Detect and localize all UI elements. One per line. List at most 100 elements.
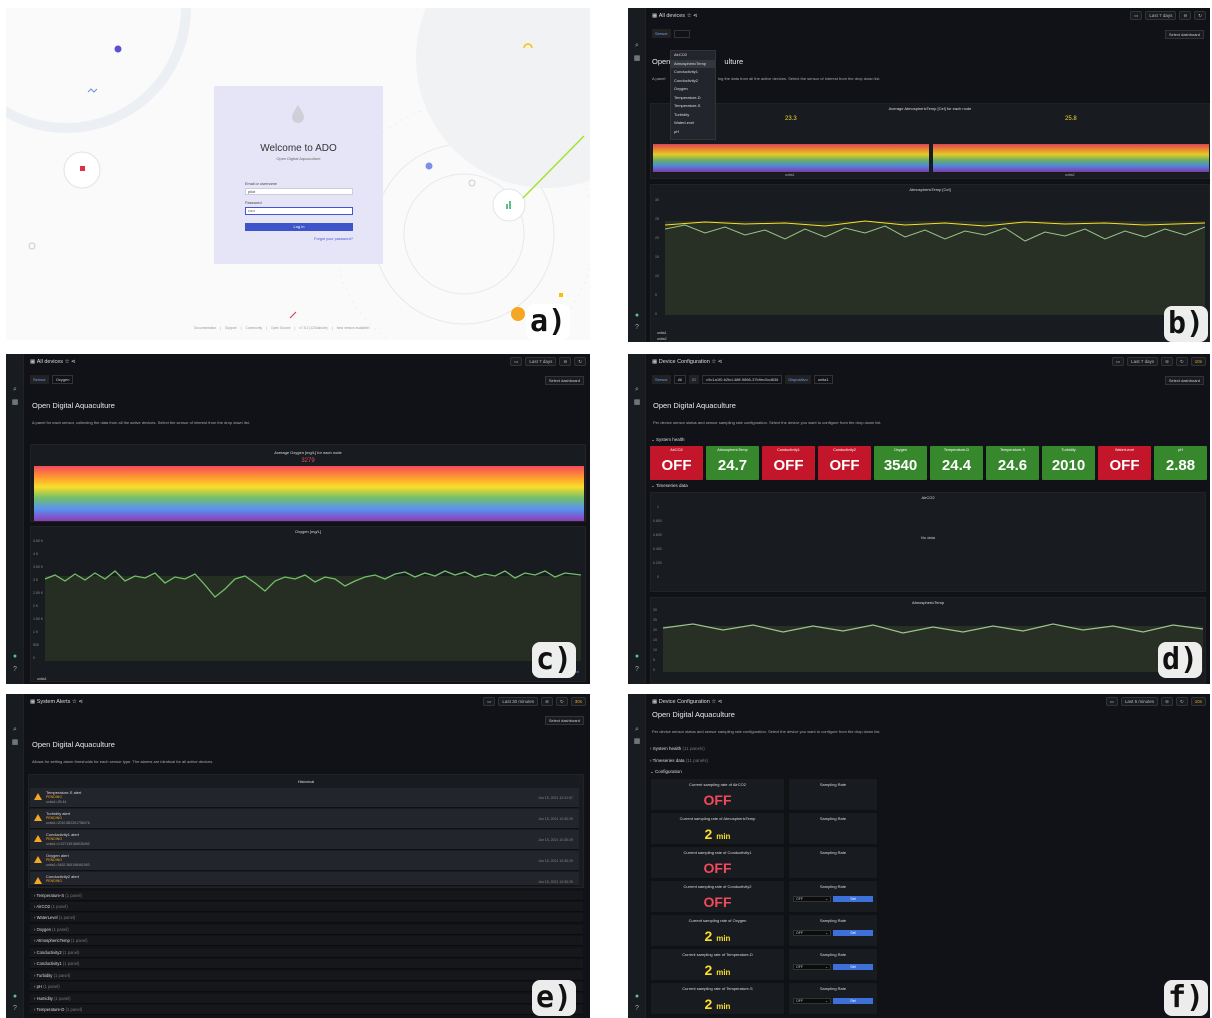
zoom-out-icon[interactable]: ⊖: [541, 697, 553, 706]
sampling-rate-select[interactable]: OFF ⌄: [793, 998, 831, 1004]
zoom-out-icon[interactable]: ⊖: [1161, 697, 1173, 706]
variable-sensor-select[interactable]: Oxygen: [51, 375, 74, 384]
refresh-icon[interactable]: ↻: [1194, 11, 1206, 20]
time-picker[interactable]: Last 7 days: [1145, 11, 1177, 20]
tv-icon[interactable]: ▭: [1105, 697, 1118, 706]
row-group[interactable]: › Turbidity (1 panel): [30, 971, 583, 981]
dropdown-item[interactable]: pH: [671, 128, 715, 137]
row-timeseries[interactable]: › Timeseries data (11 panels): [650, 758, 708, 763]
alert-item[interactable]: Temperature-S alert PENDING unita1=25.44 Ju…: [30, 788, 579, 808]
tv-icon[interactable]: ▭: [510, 357, 523, 366]
sampling-rate-select[interactable]: OFF ⌄: [793, 930, 831, 936]
search-icon[interactable]: ⌕: [11, 726, 19, 734]
variable-sensor-select[interactable]: [673, 29, 690, 38]
set-button[interactable]: Set: [833, 998, 873, 1004]
tv-icon[interactable]: ▭: [1111, 357, 1125, 366]
row-system-health[interactable]: ⌄ System health: [651, 437, 685, 443]
share-icon[interactable]: ⋖: [718, 359, 723, 365]
set-button[interactable]: Set: [833, 930, 873, 936]
dashboards-icon[interactable]: ▦: [633, 738, 641, 746]
search-icon[interactable]: ⌕: [633, 42, 641, 50]
tv-icon[interactable]: ▭: [1130, 11, 1143, 20]
row-group[interactable]: › AirCO2 (1 panel): [30, 902, 583, 912]
sampling-rate-select[interactable]: OFF ⌄: [793, 964, 831, 970]
share-icon[interactable]: ⋖: [718, 699, 723, 705]
share-icon[interactable]: ⋖: [693, 13, 698, 19]
dashboard-title[interactable]: All devices: [659, 13, 685, 19]
row-group[interactable]: › AtmosphericTemp (1 panel): [30, 936, 583, 946]
time-picker[interactable]: Last 7 days: [525, 357, 557, 366]
select-dashboard-button[interactable]: Select dashboard: [1164, 376, 1204, 385]
dropdown-item[interactable]: Turbidity: [671, 111, 715, 120]
footer-new-version[interactable]: New version available!: [337, 326, 370, 330]
row-configuration[interactable]: ⌄ Configuration: [650, 769, 682, 775]
refresh-interval[interactable]: 30s: [570, 697, 586, 706]
login-button[interactable]: Log in: [245, 223, 353, 231]
row-group[interactable]: › WaterLevel (1 panel): [30, 913, 583, 923]
variable-sensor-select[interactable]: All: [673, 375, 687, 384]
dashboards-icon[interactable]: ▦: [633, 399, 641, 407]
refresh-interval[interactable]: 10s: [1190, 697, 1206, 706]
refresh-interval[interactable]: 10s: [1190, 357, 1206, 366]
forgot-password-link[interactable]: Forgot your password?: [314, 237, 353, 241]
row-group[interactable]: › Conductivity1 (1 panel): [30, 959, 583, 969]
share-icon[interactable]: ⋖: [71, 359, 76, 365]
refresh-icon[interactable]: ↻: [555, 697, 568, 706]
user-avatar-icon[interactable]: ●: [11, 993, 19, 1001]
dropdown-item[interactable]: Oxygen: [671, 85, 715, 94]
share-icon[interactable]: ⋖: [78, 699, 83, 705]
help-icon[interactable]: ?: [11, 1005, 19, 1013]
refresh-icon[interactable]: ↻: [1175, 357, 1188, 366]
footer-documentation[interactable]: Documentation: [194, 326, 216, 330]
dashboard-title[interactable]: Device Configuration: [659, 699, 710, 705]
variable-device-select[interactable]: unita1: [813, 375, 833, 384]
help-icon[interactable]: ?: [11, 666, 19, 674]
dropdown-item[interactable]: AirCO2: [671, 51, 715, 60]
sampling-rate-select[interactable]: OFF ⌄: [793, 896, 831, 902]
search-icon[interactable]: ⌕: [11, 386, 19, 394]
row-group[interactable]: › Conductivity2 (1 panel): [30, 948, 583, 958]
user-avatar-icon[interactable]: ●: [633, 993, 641, 1001]
zoom-out-icon[interactable]: ⊖: [559, 357, 572, 366]
password-field[interactable]: •••••: [245, 207, 353, 215]
search-icon[interactable]: ⌕: [633, 386, 641, 394]
refresh-icon[interactable]: ↻: [1175, 697, 1188, 706]
dashboard-title[interactable]: Device Configuration: [659, 359, 710, 365]
alert-item[interactable]: Oxygen alert PENDING unita1=3482.365198461…: [30, 851, 579, 871]
star-icon[interactable]: ☆: [687, 13, 692, 19]
dropdown-item[interactable]: Temperature-S: [671, 102, 715, 111]
dashboards-icon[interactable]: ▦: [11, 399, 19, 407]
footer-open-source[interactable]: Open Source: [271, 326, 290, 330]
dashboard-title[interactable]: All devices: [37, 359, 63, 365]
dashboards-icon[interactable]: ▦: [633, 55, 641, 63]
select-dashboard-button[interactable]: Select dashboard: [544, 716, 584, 725]
search-icon[interactable]: ⌕: [633, 726, 641, 734]
select-dashboard-button[interactable]: Select dashboard: [544, 376, 584, 385]
row-timeseries[interactable]: ⌄ Timeseries data: [651, 483, 688, 489]
star-icon[interactable]: ☆: [711, 699, 716, 705]
alert-item[interactable]: Conductivity2 alert PENDING Jun 15, 2021 1…: [30, 872, 579, 886]
dropdown-item[interactable]: Conductivity1: [671, 68, 715, 77]
row-group[interactable]: › Temperature-D (1 panel): [30, 1005, 583, 1015]
dashboard-title[interactable]: System Alerts: [37, 699, 71, 705]
dropdown-item[interactable]: Conductivity2: [671, 77, 715, 86]
star-icon[interactable]: ☆: [711, 359, 716, 365]
row-group[interactable]: › Temperature-S (1 panel): [30, 891, 583, 901]
user-avatar-icon[interactable]: ●: [633, 312, 641, 320]
row-system-health[interactable]: › System health (11 panels): [650, 746, 705, 751]
row-group[interactable]: › Oxygen (1 panel): [30, 925, 583, 935]
star-icon[interactable]: ☆: [72, 699, 77, 705]
help-icon[interactable]: ?: [633, 324, 641, 332]
time-picker[interactable]: Last 30 minutes: [498, 697, 539, 706]
select-dashboard-button[interactable]: Select dashboard: [1164, 30, 1204, 39]
alert-item[interactable]: Turbidity alert PENDING unita1=2010.882261…: [30, 809, 579, 829]
alert-item[interactable]: Conductivity1 alert PENDING unita1=0.32713…: [30, 830, 579, 850]
set-button[interactable]: Set: [833, 964, 873, 970]
time-picker[interactable]: Last 5 minutes: [1120, 697, 1159, 706]
footer-support[interactable]: Support: [225, 326, 237, 330]
dropdown-item[interactable]: WaterLevel: [671, 119, 715, 128]
dropdown-item[interactable]: Temperature-D: [671, 94, 715, 103]
time-picker[interactable]: Last 7 days: [1127, 357, 1159, 366]
email-field[interactable]: pilot: [245, 188, 353, 195]
legend-unita1[interactable]: unita1: [37, 677, 47, 681]
